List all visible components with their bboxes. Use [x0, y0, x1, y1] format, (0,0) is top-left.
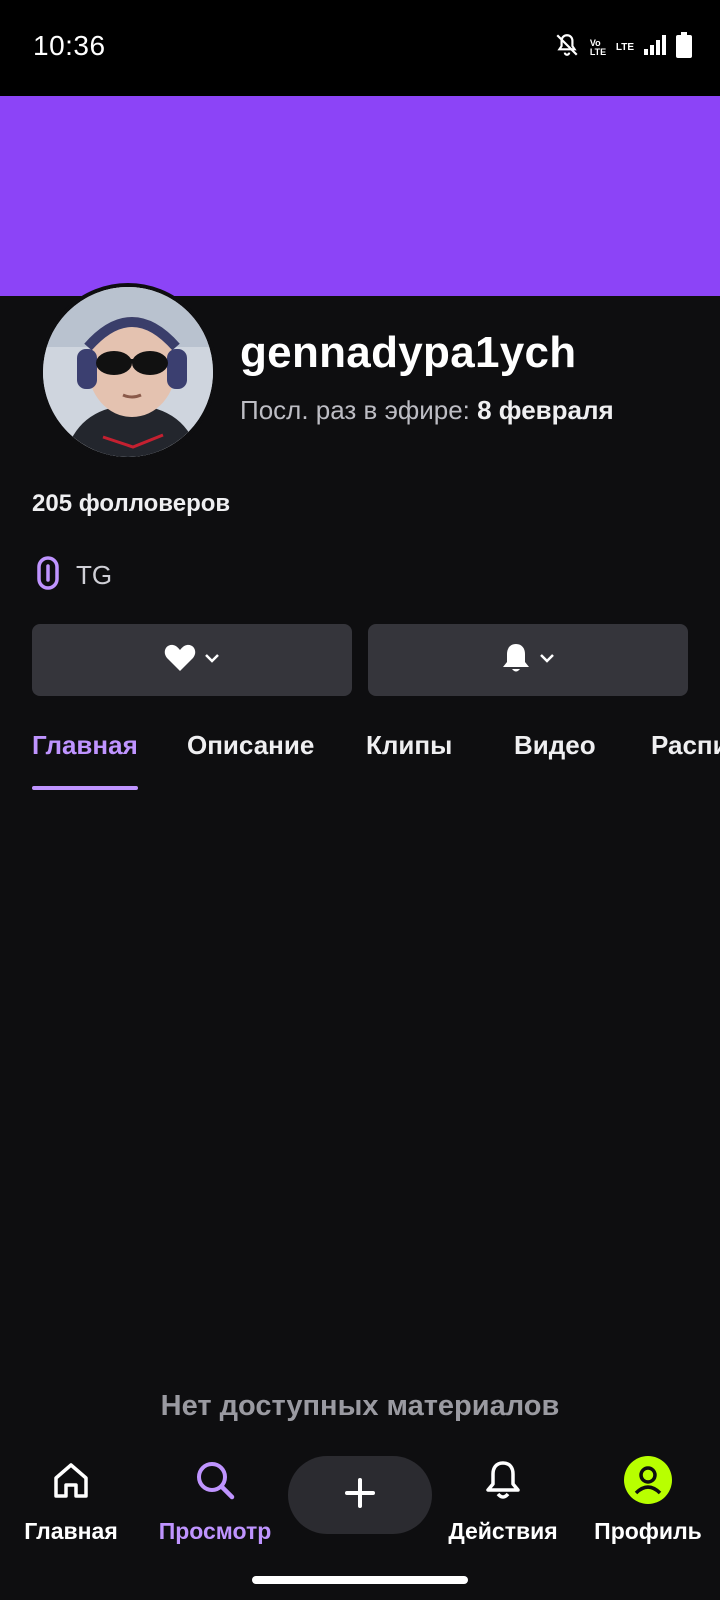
home-icon	[0, 1456, 146, 1504]
nav-profile-label: Профиль	[594, 1518, 702, 1544]
nav-activity[interactable]: Действия	[428, 1456, 578, 1545]
tab-active-indicator	[32, 786, 138, 790]
bell-icon	[501, 642, 531, 679]
chevron-down-icon	[204, 651, 220, 669]
follow-button[interactable]	[32, 624, 352, 696]
tab-videos[interactable]: Видео	[514, 730, 596, 761]
home-indicator[interactable]	[252, 1576, 468, 1584]
tab-home[interactable]: Главная	[32, 730, 138, 761]
username: gennadypa1ych	[240, 328, 577, 377]
social-link-tg[interactable]: TG	[36, 556, 112, 595]
bell-icon	[428, 1456, 578, 1504]
volte-icon: Vo LTE	[589, 37, 607, 57]
status-time: 10:36	[33, 30, 106, 61]
profile-banner	[0, 96, 720, 296]
user-avatar-icon	[573, 1456, 720, 1504]
signal-icon	[644, 35, 666, 60]
last-live-text: Посл. раз в эфире: 8 февраля	[240, 395, 614, 426]
plus-icon	[344, 1477, 376, 1514]
bottom-nav: Главная Просмотр Действия Профиль	[0, 1440, 720, 1600]
notifications-off-icon	[554, 32, 580, 63]
nav-browse[interactable]: Просмотр	[140, 1456, 290, 1545]
last-live-prefix: Посл. раз в эфире:	[240, 395, 478, 425]
notifications-button[interactable]	[368, 624, 688, 696]
lte-icon: LTE	[615, 42, 634, 53]
status-bar: 10:36 Vo LTE LTE	[0, 0, 720, 96]
nav-profile[interactable]: Профиль	[573, 1456, 720, 1545]
status-icons: Vo LTE LTE	[554, 32, 692, 63]
avatar[interactable]	[39, 283, 217, 461]
tab-schedule[interactable]: Расписание	[651, 730, 720, 761]
nav-home[interactable]: Главная	[0, 1456, 146, 1545]
profile-tabs: Главная Описание Клипы Видео Расписание	[0, 720, 720, 790]
link-label: TG	[76, 560, 113, 590]
create-button[interactable]	[288, 1456, 432, 1534]
last-live-date: 8 февраля	[477, 395, 614, 425]
heart-icon	[164, 644, 196, 677]
search-icon	[140, 1456, 290, 1504]
battery-icon	[676, 32, 692, 63]
nav-activity-label: Действия	[448, 1518, 558, 1544]
tab-clips[interactable]: Клипы	[366, 730, 452, 761]
followers-count[interactable]: 205 фолловеров	[32, 490, 230, 518]
nav-home-label: Главная	[24, 1518, 118, 1544]
chevron-down-icon	[539, 651, 555, 669]
tab-about[interactable]: Описание	[187, 730, 314, 761]
empty-state-message: Нет доступных материалов	[160, 1390, 560, 1422]
nav-browse-label: Просмотр	[158, 1518, 272, 1544]
link-icon	[36, 556, 60, 595]
